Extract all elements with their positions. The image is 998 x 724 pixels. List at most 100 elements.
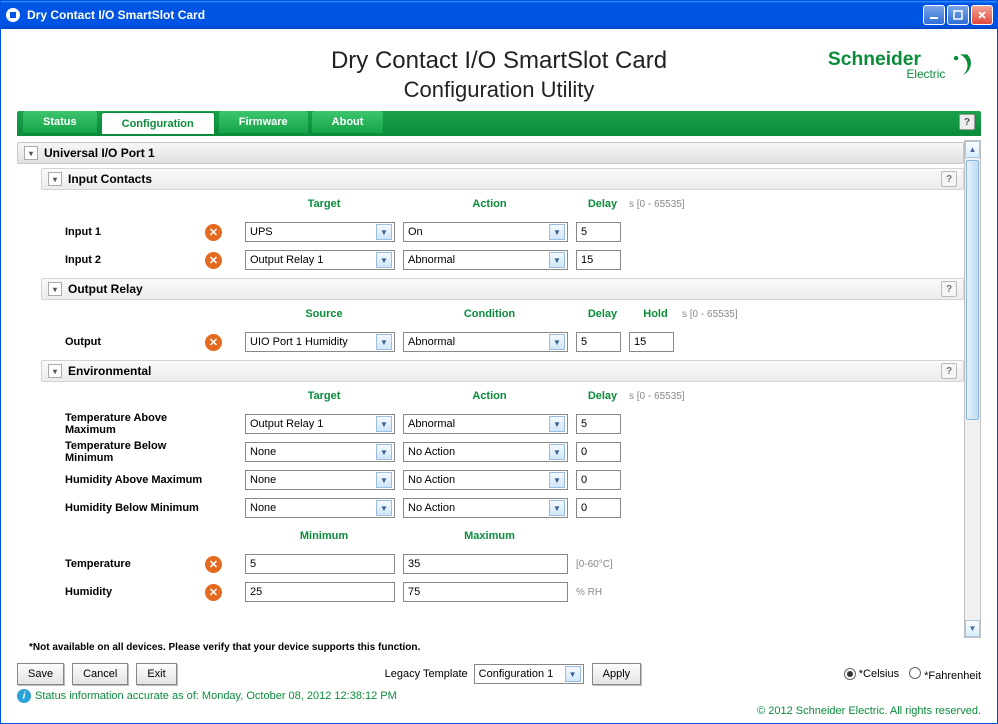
col-action: Action <box>403 198 576 210</box>
section-universal-io-port[interactable]: ▾ Universal I/O Port 1 <box>17 142 964 164</box>
input1-target-select[interactable]: UPS▼ <box>245 222 395 242</box>
env-action-select[interactable]: No Action▼ <box>403 470 568 490</box>
cancel-button[interactable]: Cancel <box>72 663 128 685</box>
hum-max-field[interactable]: 75 <box>403 582 568 602</box>
row-label: Input 1 <box>65 226 205 238</box>
help-icon[interactable]: ? <box>941 363 957 379</box>
close-button[interactable] <box>971 5 993 25</box>
tab-configuration[interactable]: Configuration <box>101 112 215 134</box>
env-row-temp-below: Temperature Below Minimum None▼ No Actio… <box>65 438 964 466</box>
temp-min-field[interactable]: 5 <box>245 554 395 574</box>
env-target-select[interactable]: Output Relay 1▼ <box>245 414 395 434</box>
output-condition-select[interactable]: Abnormal▼ <box>403 332 568 352</box>
env-target-select[interactable]: None▼ <box>245 442 395 462</box>
col-hold: Hold <box>629 308 682 320</box>
button-bar: Save Cancel Exit Legacy Template Configu… <box>17 663 981 685</box>
form-body: ▾ Universal I/O Port 1 ▾ Input Contacts … <box>17 140 964 638</box>
scroll-down-icon[interactable]: ▼ <box>965 620 980 637</box>
tab-firmware[interactable]: Firmware <box>219 111 308 133</box>
status-error-icon[interactable]: ✕ <box>205 224 222 241</box>
dropdown-icon: ▼ <box>376 500 392 516</box>
dropdown-icon: ▼ <box>376 416 392 432</box>
input1-action-select[interactable]: On▼ <box>403 222 568 242</box>
col-source: Source <box>245 308 403 320</box>
status-error-icon[interactable]: ✕ <box>205 252 222 269</box>
app-window: Dry Contact I/O SmartSlot Card Dry Conta… <box>0 0 998 724</box>
env-action-select[interactable]: No Action▼ <box>403 442 568 462</box>
env-target-select[interactable]: None▼ <box>245 470 395 490</box>
dropdown-icon: ▼ <box>376 334 392 350</box>
env-row-hum-below: Humidity Below Minimum None▼ No Action▼ … <box>65 494 964 522</box>
dropdown-icon: ▼ <box>549 334 565 350</box>
status-error-icon[interactable]: ✕ <box>205 584 222 601</box>
subsection-environmental[interactable]: ▾ Environmental ? <box>41 360 964 382</box>
apply-button[interactable]: Apply <box>592 663 642 685</box>
dropdown-icon: ▼ <box>549 444 565 460</box>
page-title: Dry Contact I/O SmartSlot Card <box>171 47 827 75</box>
input-row-1: Input 1 ✕ UPS▼ On▼ 5 <box>65 218 964 246</box>
dropdown-icon: ▼ <box>376 444 392 460</box>
status-error-icon[interactable]: ✕ <box>205 334 222 351</box>
chevron-down-icon: ▾ <box>48 172 62 186</box>
status-text: Status information accurate as of: Monda… <box>35 690 397 702</box>
temp-max-field[interactable]: 35 <box>403 554 568 574</box>
delay-hint: s [0 - 65535] <box>682 309 738 320</box>
env-row-temperature: Temperature ✕ 5 35 [0-60°C] <box>65 550 964 578</box>
legacy-template-select[interactable]: Configuration 1▼ <box>474 664 584 684</box>
output-row: Output ✕ UIO Port 1 Humidity▼ Abnormal▼ … <box>65 328 964 356</box>
dropdown-icon: ▼ <box>549 224 565 240</box>
row-label: Output <box>65 336 205 348</box>
env-target-select[interactable]: None▼ <box>245 498 395 518</box>
hum-min-field[interactable]: 25 <box>245 582 395 602</box>
footnote: *Not available on all devices. Please ve… <box>29 642 981 653</box>
output-source-select[interactable]: UIO Port 1 Humidity▼ <box>245 332 395 352</box>
schneider-logo: Schneider Electric <box>827 47 977 90</box>
output-delay-field[interactable]: 5 <box>576 332 621 352</box>
env-delay-field[interactable]: 5 <box>576 414 621 434</box>
temp-hint: [0-60°C] <box>576 559 613 570</box>
input1-delay-field[interactable]: 5 <box>576 222 621 242</box>
save-button[interactable]: Save <box>17 663 64 685</box>
status-error-icon[interactable]: ✕ <box>205 556 222 573</box>
col-action: Action <box>403 390 576 402</box>
input2-action-select[interactable]: Abnormal▼ <box>403 250 568 270</box>
vertical-scrollbar[interactable]: ▲ ▼ <box>964 140 981 638</box>
dropdown-icon: ▼ <box>549 252 565 268</box>
help-icon[interactable]: ? <box>941 281 957 297</box>
section-title: Universal I/O Port 1 <box>44 146 155 160</box>
row-label: Input 2 <box>65 254 205 266</box>
tab-status[interactable]: Status <box>23 111 97 133</box>
input2-target-select[interactable]: Output Relay 1▼ <box>245 250 395 270</box>
env-action-select[interactable]: Abnormal▼ <box>403 414 568 434</box>
exit-button[interactable]: Exit <box>136 663 176 685</box>
env-delay-field[interactable]: 0 <box>576 498 621 518</box>
col-target: Target <box>245 390 403 402</box>
maximize-button[interactable] <box>947 5 969 25</box>
scroll-thumb[interactable] <box>966 160 979 420</box>
help-icon[interactable]: ? <box>941 171 957 187</box>
minimize-button[interactable] <box>923 5 945 25</box>
scroll-up-icon[interactable]: ▲ <box>965 141 980 158</box>
celsius-radio[interactable]: *Celsius <box>844 668 899 680</box>
app-icon <box>5 7 21 23</box>
subsection-title: Output Relay <box>68 282 143 296</box>
subsection-output-relay[interactable]: ▾ Output Relay ? <box>41 278 964 300</box>
chevron-down-icon: ▾ <box>48 364 62 378</box>
output-hold-field[interactable]: 15 <box>629 332 674 352</box>
header: Dry Contact I/O SmartSlot Card Configura… <box>1 29 997 111</box>
env-delay-field[interactable]: 0 <box>576 470 621 490</box>
tab-about[interactable]: About <box>312 111 384 133</box>
env-row-temp-above: Temperature Above Maximum Output Relay 1… <box>65 410 964 438</box>
delay-hint: s [0 - 65535] <box>629 199 685 210</box>
chevron-down-icon: ▾ <box>24 146 38 160</box>
fahrenheit-radio[interactable]: *Fahrenheit <box>909 667 981 682</box>
help-button[interactable]: ? <box>959 114 975 130</box>
env-delay-field[interactable]: 0 <box>576 442 621 462</box>
copyright: © 2012 Schneider Electric. All rights re… <box>17 705 981 717</box>
subsection-title: Environmental <box>68 364 151 378</box>
dropdown-icon: ▼ <box>376 224 392 240</box>
input2-delay-field[interactable]: 15 <box>576 250 621 270</box>
col-target: Target <box>245 198 403 210</box>
subsection-input-contacts[interactable]: ▾ Input Contacts ? <box>41 168 964 190</box>
env-action-select[interactable]: No Action▼ <box>403 498 568 518</box>
